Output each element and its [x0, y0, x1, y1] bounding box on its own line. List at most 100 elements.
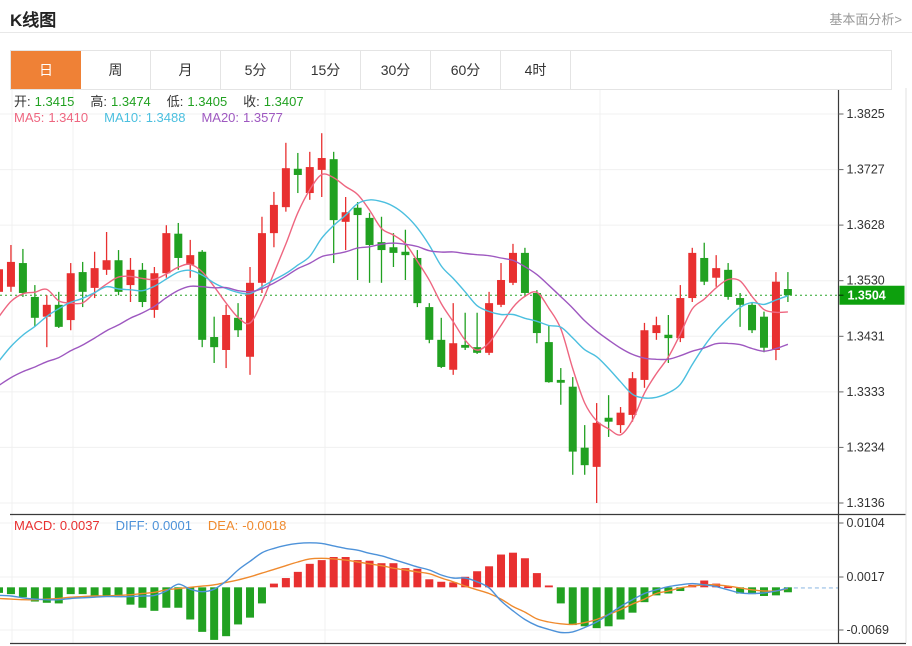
macd-label: MACD:: [14, 518, 56, 533]
tab-4hour[interactable]: 4时: [501, 51, 571, 89]
tab-week[interactable]: 周: [81, 51, 151, 89]
candle: [497, 263, 505, 307]
tab-30min[interactable]: 30分: [361, 51, 431, 89]
candle: [186, 240, 194, 278]
candle: [43, 295, 51, 347]
candle: [640, 323, 648, 388]
chart-gridlines: [0, 88, 839, 643]
candle: [198, 250, 206, 347]
candle: [581, 425, 589, 475]
macd-tick-label: -0.0069: [847, 623, 889, 637]
ma5-label: MA5:: [14, 110, 44, 125]
candle: [0, 261, 3, 301]
price-axis-labels: 1.38251.37271.36281.35301.34311.33331.32…: [839, 107, 885, 510]
low-value: 1.3405: [187, 94, 227, 109]
macd-info: MACD: 0.0037 DIFF:0.0001 DEA: -0.0018: [14, 518, 290, 533]
candle: [509, 244, 517, 285]
tab-month[interactable]: 月: [151, 51, 221, 89]
ma5-line: [0, 174, 788, 435]
candle: [461, 313, 469, 350]
candle: [270, 192, 278, 247]
high-label: 高:: [90, 94, 107, 109]
price-tick-label: 1.3333: [847, 385, 885, 399]
ma5-value: 1.3410: [48, 110, 88, 125]
candle: [222, 305, 230, 368]
close-value: 1.3407: [264, 94, 304, 109]
candle: [688, 248, 696, 302]
tab-day[interactable]: 日: [11, 51, 81, 89]
candle: [617, 407, 625, 433]
candle: [377, 217, 385, 283]
ma10-value: 1.3488: [146, 110, 186, 125]
candle: [126, 258, 134, 302]
candle: [150, 267, 158, 318]
candle: [748, 302, 756, 333]
diff-label: DIFF:: [116, 518, 149, 533]
ma10-label: MA10:: [104, 110, 142, 125]
ma-info: MA5: 1.3410 MA10: 1.3488 MA20: 1.3577: [14, 110, 287, 125]
tab-60min[interactable]: 60分: [431, 51, 501, 89]
high-value: 1.3474: [111, 94, 151, 109]
current-price-value: 1.3504: [848, 289, 886, 303]
ma20-value: 1.3577: [243, 110, 283, 125]
chart-frame: [10, 88, 906, 644]
macd-tick-label: 0.0104: [847, 516, 885, 530]
candle: [294, 153, 302, 193]
price-tick-label: 1.3234: [847, 440, 885, 454]
macd-tick-label: 0.0017: [847, 570, 885, 584]
candle: [19, 249, 27, 297]
candle: [569, 377, 577, 475]
dea-label: DEA:: [208, 518, 238, 533]
price-tick-label: 1.3431: [847, 329, 885, 343]
candle: [389, 233, 397, 267]
price-tick-label: 1.3136: [847, 496, 885, 510]
candle: [354, 202, 362, 280]
candle: [413, 250, 421, 307]
candle: [533, 290, 541, 343]
candle: [258, 217, 266, 293]
candle: [700, 243, 708, 285]
candle: [521, 248, 529, 297]
open-label: 开:: [14, 94, 31, 109]
candle: [712, 255, 720, 287]
macd-value: 0.0037: [60, 518, 100, 533]
tab-5min[interactable]: 5分: [221, 51, 291, 89]
candle: [401, 230, 409, 280]
ma20-label: MA20:: [201, 110, 239, 125]
dea-value: -0.0018: [242, 518, 286, 533]
period-tabbar: 日周月5分15分30分60分4时: [10, 50, 892, 90]
candle: [760, 312, 768, 353]
current-price-tag: 1.3504: [839, 286, 905, 305]
ma10-line: [0, 200, 788, 398]
diff-value: 0.0001: [152, 518, 192, 533]
low-label: 低:: [167, 94, 184, 109]
candle: [557, 368, 565, 405]
price-tick-label: 1.3530: [847, 274, 885, 288]
candle: [162, 225, 170, 278]
candle: [437, 318, 445, 368]
price-tick-label: 1.3727: [847, 163, 885, 177]
candle: [282, 143, 290, 212]
candle: [174, 223, 182, 270]
macd-axis-labels: 0.0104 0.0017 -0.0069: [839, 516, 889, 637]
candle: [67, 263, 75, 330]
candle: [342, 197, 350, 250]
candle: [545, 325, 553, 383]
candle: [449, 303, 457, 375]
candle: [425, 303, 433, 343]
candle: [306, 152, 314, 200]
candle: [103, 232, 111, 275]
candle: [330, 152, 338, 263]
tab-15min[interactable]: 15分: [291, 51, 361, 89]
candle: [210, 317, 218, 363]
candle: [138, 263, 146, 307]
candle: [7, 245, 15, 292]
ohlc-info: 开: 1.3415 高: 1.3474 低:1.3405 收: 1.3407: [14, 91, 308, 110]
candle: [772, 272, 780, 360]
candle: [784, 272, 792, 302]
open-value: 1.3415: [35, 94, 75, 109]
kline-page: K线图 基本面分析> 日周月5分15分30分60分4时 1.38251.3727…: [0, 0, 912, 646]
price-tick-label: 1.3628: [847, 218, 885, 232]
candle: [473, 313, 481, 354]
close-label: 收:: [243, 94, 260, 109]
